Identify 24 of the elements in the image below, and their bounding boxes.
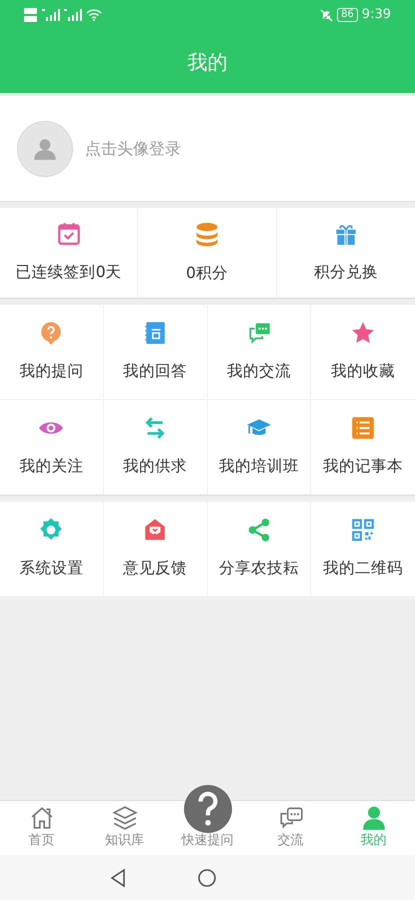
- person-icon: [360, 804, 386, 830]
- list-icon: [350, 415, 376, 442]
- signal-icon: [64, 9, 82, 21]
- clock-time: 9:39: [362, 6, 391, 24]
- wifi-icon: [86, 9, 102, 21]
- layers-icon: [112, 804, 138, 830]
- battery-indicator: 86: [337, 8, 358, 22]
- signal-icon: [42, 9, 60, 21]
- menu-item[interactable]: 我的二维码: [311, 502, 415, 597]
- menu-item[interactable]: 意见反馈: [104, 502, 208, 597]
- page-title: 我的: [188, 48, 228, 76]
- menu-item[interactable]: 我的交流: [208, 305, 312, 400]
- back-button[interactable]: [108, 866, 126, 890]
- tab[interactable]: 交流: [249, 801, 332, 855]
- chat-icon: [278, 804, 304, 830]
- mute-bell-icon: [320, 8, 334, 22]
- menu-item[interactable]: 我的回答: [104, 305, 208, 400]
- menu-item[interactable]: 我的提问: [0, 305, 104, 400]
- menu-item[interactable]: 我的收藏: [311, 305, 415, 400]
- share-icon: [246, 517, 272, 544]
- menu-item[interactable]: 分享农技耘: [208, 502, 312, 597]
- menu-item[interactable]: 系统设置: [0, 502, 104, 597]
- qr-code-icon: [350, 517, 376, 544]
- calendar-icon: [56, 220, 82, 247]
